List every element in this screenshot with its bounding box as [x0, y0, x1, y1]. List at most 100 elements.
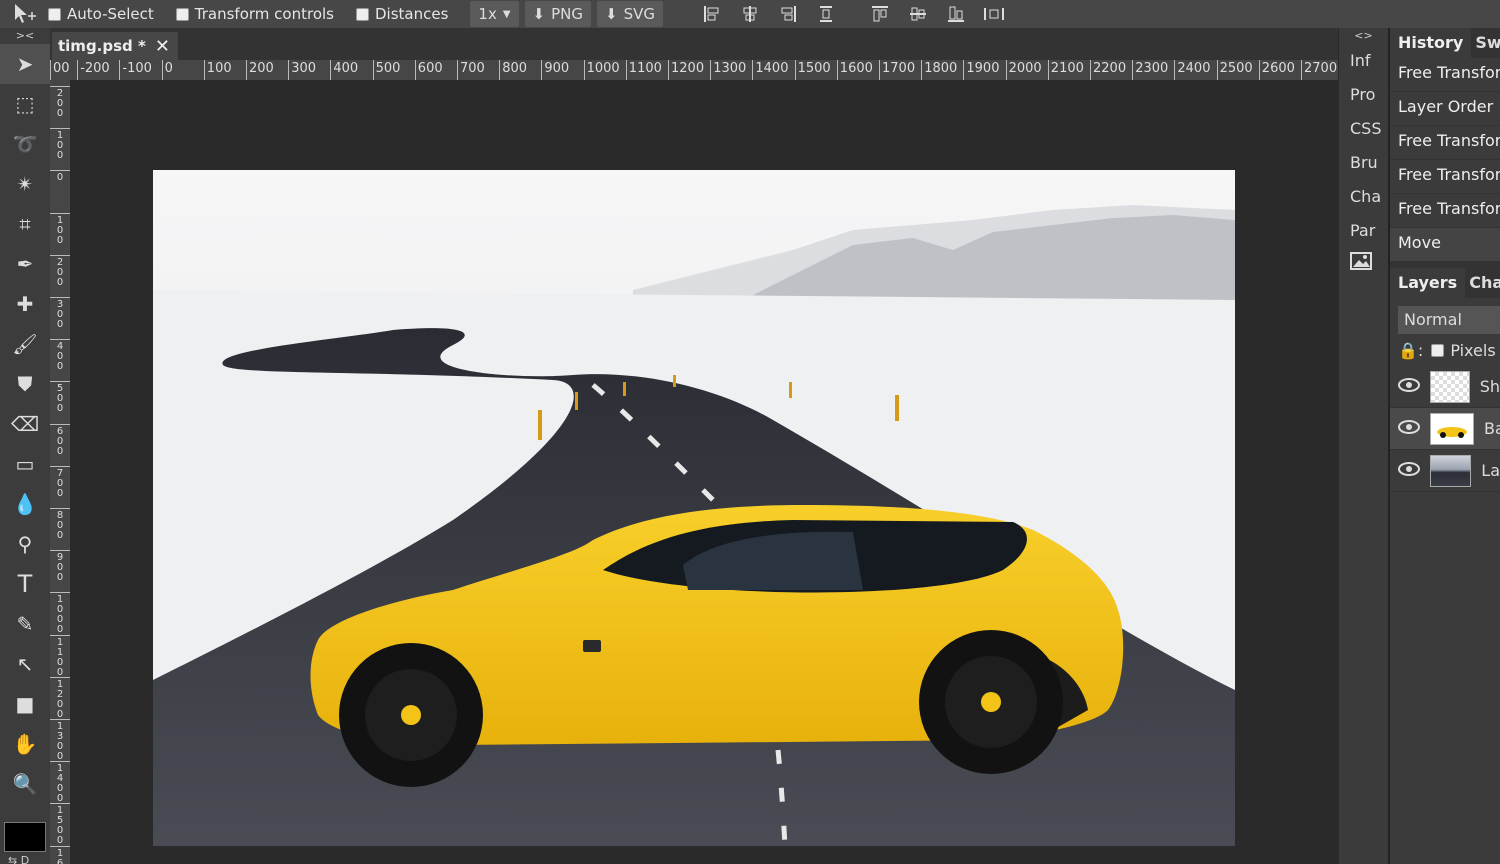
transform-controls-checkbox[interactable]: Transform controls [175, 5, 334, 23]
collapse-tools-button[interactable]: >< [0, 28, 50, 44]
crop-tool-icon[interactable]: ⌗ [0, 204, 50, 244]
swap-colors-icon[interactable]: ⇆ [8, 854, 17, 864]
options-bar: Auto-Select Transform controls Distances… [0, 0, 1500, 28]
ruler-label: 700 [457, 60, 485, 80]
move-tool-icon[interactable]: ➤ [0, 44, 50, 84]
checkbox-box[interactable] [48, 7, 61, 21]
mini-tab-par[interactable]: Par [1339, 214, 1388, 248]
rectangle-tool-icon[interactable]: ■ [0, 684, 50, 724]
distances-checkbox[interactable]: Distances [356, 5, 448, 23]
ruler-label: 1100 [50, 634, 70, 680]
brush-tool-icon[interactable]: 🖌 [0, 324, 50, 364]
eye-icon[interactable] [1398, 377, 1420, 396]
layer-name: La [1481, 461, 1500, 480]
layer-row[interactable]: La [1390, 450, 1500, 492]
align-vcenter-icon[interactable] [899, 1, 937, 27]
align-top-icon[interactable] [861, 1, 899, 27]
ruler-label: 1100 [625, 60, 662, 80]
ruler-label: 400 [50, 339, 70, 374]
lock-icon[interactable]: 🔒 [1398, 341, 1418, 360]
export-svg-button[interactable]: ⬇ SVG [597, 1, 663, 27]
ruler-label: 2600 [1258, 60, 1295, 80]
collapsed-panels: <> Inf Pro CSS Bru Cha Par [1338, 28, 1388, 864]
align-bottom-icon[interactable] [937, 1, 975, 27]
layer-thumbnail [1430, 412, 1474, 445]
align-right-icon[interactable] [769, 1, 807, 27]
history-item[interactable]: Move [1390, 228, 1500, 262]
ruler-label: 0 [50, 170, 70, 185]
ruler-label: 16 [50, 845, 70, 864]
mini-tab-pro[interactable]: Pro [1339, 78, 1388, 112]
document-tab[interactable]: timg.psd * ✕ [52, 32, 178, 60]
history-item[interactable]: Free Transform [1390, 58, 1500, 92]
ruler-label: 600 [414, 60, 443, 80]
export-png-button[interactable]: ⬇ PNG [524, 1, 591, 27]
mini-tab-inf[interactable]: Inf [1339, 44, 1388, 78]
ruler-label: 0 [161, 60, 173, 80]
lock-pixels-checkbox[interactable] [1431, 343, 1445, 357]
document-canvas[interactable] [153, 170, 1235, 846]
align-left-icon[interactable] [693, 1, 731, 27]
blend-mode-select[interactable]: Normal [1398, 306, 1500, 334]
history-item[interactable]: Free Transform [1390, 194, 1500, 228]
eraser-icon[interactable]: ⌫ [0, 404, 50, 444]
tab-layers[interactable]: Layers [1390, 268, 1466, 298]
horizontal-ruler[interactable]: 00 -200 -100 0 100 200 300 400 500 600 700 800 900 10… [50, 60, 1338, 80]
clone-stamp-icon[interactable]: ⛊ [0, 364, 50, 404]
layers-tabs: Layers Cha [1390, 268, 1500, 298]
download-icon: ⬇ [532, 5, 546, 23]
history-tabs: History Swa [1390, 28, 1500, 58]
image-icon[interactable] [1339, 248, 1388, 282]
marquee-tool-icon[interactable]: ⬚ [0, 84, 50, 124]
tools-panel: >< ➤ ⬚ ➰ ✴ ⌗ ✒ ✚ 🖌 ⛊ ⌫ ▭ 💧 ⚲ T ✎ ↖ ■ ✋ 🔍 ⇆ D [0, 28, 50, 864]
eyedropper-icon[interactable]: ✒ [0, 244, 50, 284]
ruler-label: 1600 [836, 60, 873, 80]
auto-select-label: Auto-Select [67, 5, 154, 23]
chevron-down-icon: ▼ [502, 8, 511, 20]
path-select-icon[interactable]: ↖ [0, 644, 50, 684]
hand-tool-icon[interactable]: ✋ [0, 724, 50, 764]
distribute-v-icon[interactable] [807, 1, 845, 27]
move-tool-icon[interactable] [0, 0, 48, 28]
history-item[interactable]: Free Transform [1390, 160, 1500, 194]
checkbox-box[interactable] [175, 7, 189, 21]
zoom-tool-icon[interactable]: 🔍 [0, 764, 50, 804]
magic-wand-icon[interactable]: ✴ [0, 164, 50, 204]
mini-tab-cha[interactable]: Cha [1339, 180, 1388, 214]
auto-select-checkbox[interactable]: Auto-Select [48, 5, 154, 23]
mini-tab-bru[interactable]: Bru [1339, 146, 1388, 180]
scale-dropdown[interactable]: 1x ▼ [470, 1, 519, 27]
vertical-ruler[interactable]: 200 100 0 100 200 300 400 500 600 700 800 900 1000 11… [50, 80, 70, 864]
tab-history[interactable]: History [1390, 28, 1472, 58]
canvas-area[interactable] [70, 80, 1338, 864]
align-hcenter-icon[interactable] [731, 1, 769, 27]
tab-swatches[interactable]: Swa [1471, 28, 1500, 58]
type-tool-icon[interactable]: T [0, 564, 50, 604]
eye-icon[interactable] [1398, 461, 1420, 480]
mini-tab-css[interactable]: CSS [1339, 112, 1388, 146]
default-colors-icon[interactable]: D [21, 854, 29, 864]
ruler-label: 100 [50, 212, 70, 248]
layer-row[interactable]: Ba [1390, 408, 1500, 450]
ruler-label: -200 [77, 60, 110, 80]
history-item[interactable]: Free Transform [1390, 126, 1500, 160]
layer-name: Sh [1479, 377, 1500, 396]
pen-tool-icon[interactable]: ✎ [0, 604, 50, 644]
layer-row[interactable]: Sh [1390, 366, 1500, 408]
blur-tool-icon[interactable]: 💧 [0, 484, 50, 524]
checkbox-box[interactable] [356, 7, 369, 21]
dodge-tool-icon[interactable]: ⚲ [0, 524, 50, 564]
lasso-tool-icon[interactable]: ➰ [0, 124, 50, 164]
ruler-label: 2400 [1174, 60, 1210, 80]
expand-panels-button[interactable]: <> [1339, 28, 1388, 44]
ruler-label: 800 [499, 60, 527, 80]
gradient-tool-icon[interactable]: ▭ [0, 444, 50, 484]
close-icon[interactable]: ✕ [155, 36, 170, 57]
distribute-h-icon[interactable] [975, 1, 1013, 27]
tab-channels[interactable]: Cha [1465, 268, 1500, 298]
foreground-color-swatch[interactable] [4, 822, 46, 852]
history-item[interactable]: Layer Order [1390, 92, 1500, 126]
healing-brush-icon[interactable]: ✚ [0, 284, 50, 324]
ruler-label: 900 [50, 550, 70, 585]
eye-icon[interactable] [1398, 419, 1420, 438]
